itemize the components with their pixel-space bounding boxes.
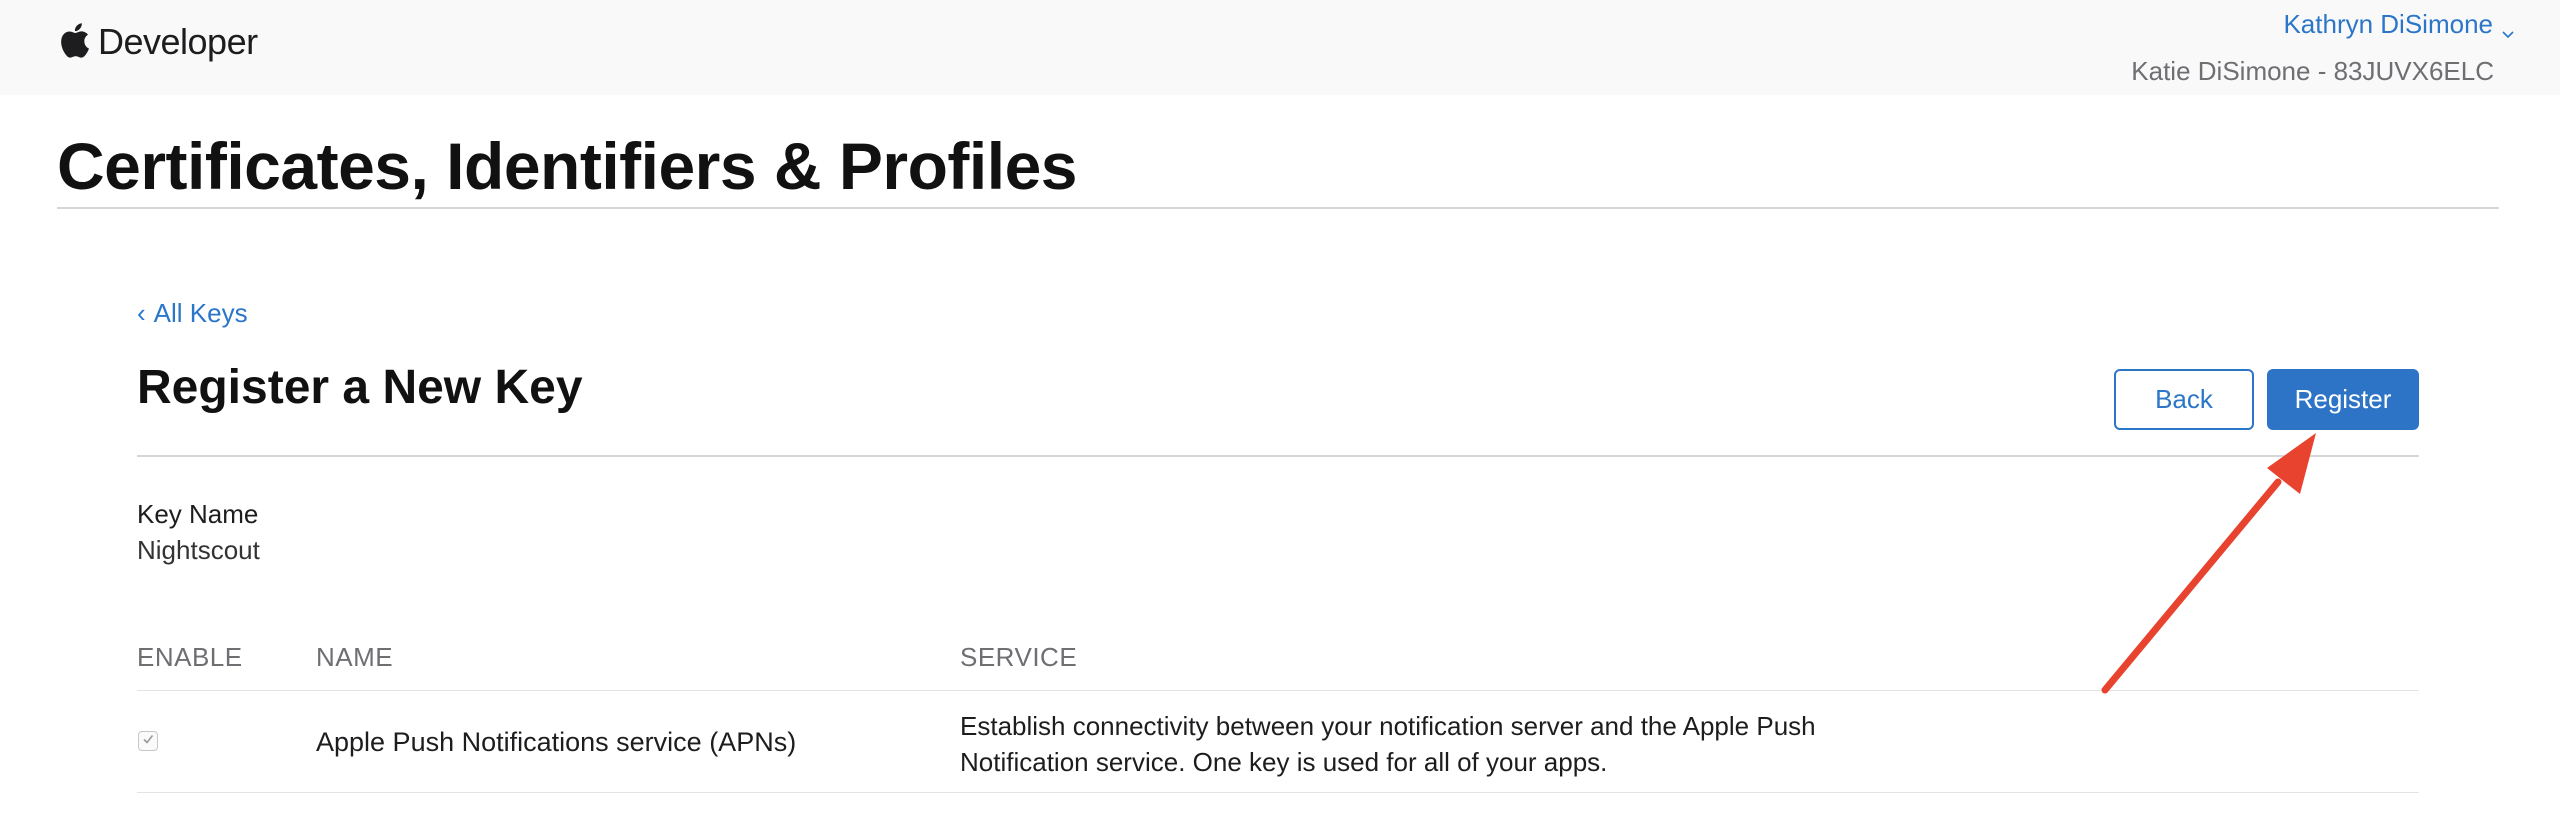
back-button[interactable]: Back (2114, 369, 2254, 430)
top-bar: Developer Kathryn DiSimone Katie DiSimon… (0, 0, 2560, 95)
section-title: Register a New Key (137, 361, 583, 414)
all-keys-link[interactable]: ‹ All Keys (137, 298, 248, 329)
page-title: Certificates, Identifiers & Profiles (57, 129, 1078, 203)
account-team: Katie DiSimone - 83JUVX6ELC (2131, 56, 2494, 86)
column-header-service: SERVICE (960, 642, 1078, 672)
title-divider (57, 207, 2499, 209)
checkmark-icon (141, 732, 155, 751)
account-name[interactable]: Kathryn DiSimone (2283, 9, 2493, 40)
service-name: Apple Push Notifications service (APNs) (316, 727, 797, 757)
brand-name: Developer (98, 21, 258, 62)
account-menu[interactable]: Kathryn DiSimone Katie DiSimone - 83JUVX… (2131, 8, 2515, 87)
brand[interactable]: Developer (58, 20, 258, 64)
key-name-label: Key Name (137, 499, 259, 529)
column-header-name: NAME (316, 642, 394, 672)
column-header-enable: ENABLE (137, 642, 243, 672)
key-name-value: Nightscout (137, 535, 260, 565)
service-description: Establish connectivity between your noti… (960, 711, 1816, 777)
all-keys-label[interactable]: All Keys (154, 298, 248, 329)
apple-logo-icon (58, 21, 90, 64)
chevron-left-icon[interactable]: ‹ (137, 298, 146, 329)
table-header-divider (137, 690, 2419, 691)
account-name-row[interactable]: Kathryn DiSimone (2131, 8, 2515, 40)
table-row-divider (137, 792, 2419, 793)
register-button[interactable]: Register (2267, 369, 2419, 430)
annotation-arrow-shaft (2101, 478, 2282, 694)
annotation-arrow-head (2267, 433, 2316, 494)
section-divider (137, 455, 2419, 457)
chevron-down-icon[interactable] (2501, 17, 2515, 39)
enable-checkbox[interactable] (138, 731, 158, 751)
